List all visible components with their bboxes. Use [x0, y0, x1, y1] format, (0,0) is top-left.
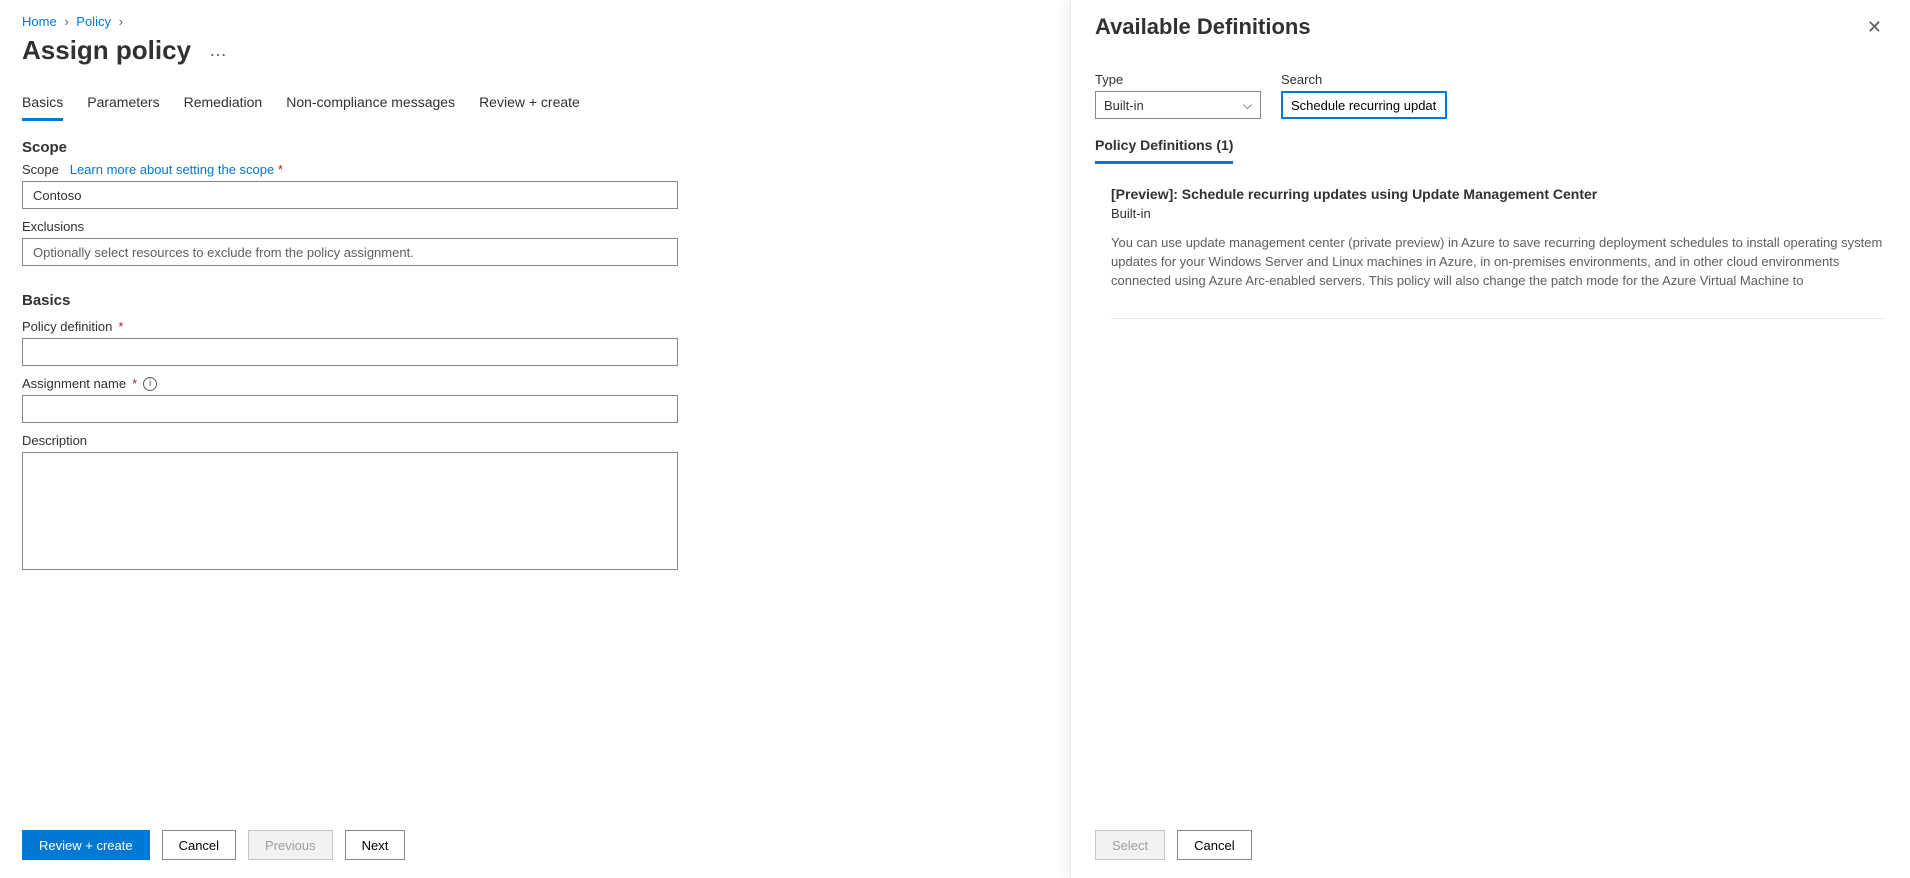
tab-noncompliance[interactable]: Non-compliance messages — [286, 94, 455, 121]
type-select[interactable]: Built-in ⌵ — [1095, 91, 1261, 119]
breadcrumb-policy[interactable]: Policy — [76, 14, 111, 29]
close-icon[interactable]: ✕ — [1863, 14, 1886, 40]
breadcrumb: Home › Policy › — [22, 14, 678, 29]
tab-remediation[interactable]: Remediation — [184, 94, 263, 121]
more-icon[interactable]: … — [209, 40, 229, 61]
scope-label: Scope — [22, 162, 59, 177]
type-label: Type — [1095, 72, 1261, 87]
previous-button: Previous — [248, 830, 333, 860]
flyout-cancel-button[interactable]: Cancel — [1177, 830, 1251, 860]
policy-definition-input[interactable] — [22, 338, 678, 366]
assign-policy-pane: Home › Policy › Assign policy … Basics P… — [0, 0, 700, 878]
flyout-title: Available Definitions — [1095, 14, 1311, 40]
description-textarea[interactable] — [22, 452, 678, 570]
exclusions-input[interactable] — [22, 238, 678, 266]
required-indicator: * — [118, 319, 123, 334]
description-label: Description — [22, 433, 87, 448]
definition-result[interactable]: [Preview]: Schedule recurring updates us… — [1111, 172, 1886, 308]
search-label: Search — [1281, 72, 1447, 87]
review-create-button[interactable]: Review + create — [22, 830, 150, 860]
tab-review[interactable]: Review + create — [479, 94, 580, 121]
flyout-footer: Select Cancel — [1071, 816, 1910, 878]
definition-type: Built-in — [1111, 206, 1886, 221]
scope-heading: Scope — [22, 139, 678, 156]
basics-heading: Basics — [22, 292, 678, 309]
breadcrumb-home[interactable]: Home — [22, 14, 57, 29]
assignment-name-label: Assignment name — [22, 376, 126, 391]
search-input[interactable] — [1281, 91, 1447, 119]
definition-title: [Preview]: Schedule recurring updates us… — [1111, 186, 1886, 202]
next-button[interactable]: Next — [345, 830, 406, 860]
cancel-button[interactable]: Cancel — [162, 830, 236, 860]
chevron-down-icon: ⌵ — [1243, 98, 1252, 113]
definitions-list: [Preview]: Schedule recurring updates us… — [1071, 164, 1910, 319]
divider — [1111, 318, 1886, 319]
tab-policy-definitions[interactable]: Policy Definitions (1) — [1095, 137, 1233, 164]
section-basics: Basics Policy definition * Assignment na… — [22, 292, 678, 573]
page-title: Assign policy — [22, 35, 191, 66]
footer-buttons: Review + create Cancel Previous Next — [22, 816, 678, 878]
tab-parameters[interactable]: Parameters — [87, 94, 159, 121]
required-indicator: * — [132, 376, 137, 391]
breadcrumb-sep-icon: › — [119, 14, 123, 29]
policy-definition-label: Policy definition — [22, 319, 112, 334]
definition-description: You can use update management center (pr… — [1111, 234, 1886, 291]
scope-input[interactable] — [22, 181, 678, 209]
assignment-name-input[interactable] — [22, 395, 678, 423]
exclusions-label: Exclusions — [22, 219, 678, 234]
required-indicator: * — [278, 162, 283, 177]
tab-basics[interactable]: Basics — [22, 94, 63, 121]
scope-learn-more-link[interactable]: Learn more about setting the scope — [70, 162, 275, 177]
tabs: Basics Parameters Remediation Non-compli… — [22, 94, 678, 121]
section-scope: Scope Scope Learn more about setting the… — [22, 139, 678, 266]
available-definitions-panel: Available Definitions ✕ Type Built-in ⌵ … — [1070, 0, 1910, 878]
select-button: Select — [1095, 830, 1165, 860]
breadcrumb-sep-icon: › — [64, 14, 68, 29]
type-select-value: Built-in — [1104, 98, 1144, 113]
info-icon[interactable]: i — [143, 377, 157, 391]
